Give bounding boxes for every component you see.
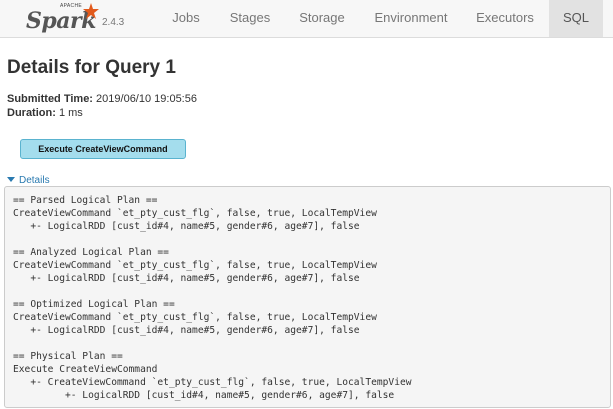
plan-line: == Optimized Logical Plan == — [13, 299, 175, 310]
plan-line: +- LogicalRDD [cust_id#4, name#5, gender… — [13, 325, 360, 336]
plan-line: CreateViewCommand `et_pty_cust_flg`, fal… — [13, 312, 377, 323]
plan-line: CreateViewCommand `et_pty_cust_flg`, fal… — [13, 208, 377, 219]
tab-environment[interactable]: Environment — [364, 0, 458, 37]
plan-line: Execute CreateViewCommand — [13, 364, 158, 375]
duration: Duration: 1 ms — [7, 107, 83, 119]
duration-value: 1 ms — [58, 107, 83, 119]
submitted-time-label: Submitted Time: — [7, 93, 93, 105]
duration-label: Duration: — [7, 107, 56, 119]
plan-line: +- CreateViewCommand `et_pty_cust_flg`, … — [13, 377, 412, 388]
plan-line — [13, 233, 610, 246]
plan-line: == Physical Plan == — [13, 351, 123, 362]
tab-storage[interactable]: Storage — [290, 0, 354, 37]
details-toggle[interactable]: Details — [7, 175, 50, 186]
plan-line: +- LogicalRDD [cust_id#4, name#5, gender… — [13, 390, 395, 401]
plan-line: +- LogicalRDD [cust_id#4, name#5, gender… — [13, 221, 360, 232]
tab-sql[interactable]: SQL — [549, 0, 603, 37]
page-title: Details for Query 1 — [7, 57, 176, 78]
plan-line — [13, 285, 610, 298]
submitted-time: Submitted Time: 2019/06/10 19:05:56 — [7, 93, 197, 105]
details-toggle-label: Details — [19, 175, 50, 186]
caret-down-icon — [7, 177, 15, 182]
plan-line: == Parsed Logical Plan == — [13, 195, 158, 206]
spark-logo[interactable]: APACHE Spark 2.4.3 — [22, 2, 132, 34]
tab-stages[interactable]: Stages — [220, 0, 280, 37]
tab-executors[interactable]: Executors — [466, 0, 544, 37]
plan-line: +- LogicalRDD [cust_id#4, name#5, gender… — [13, 273, 360, 284]
spark-version: 2.4.3 — [102, 17, 125, 28]
tab-jobs[interactable]: Jobs — [160, 0, 212, 37]
plan-line: CreateViewCommand `et_pty_cust_flg`, fal… — [13, 260, 377, 271]
spark-star-icon — [83, 3, 99, 19]
submitted-time-value: 2019/06/10 19:05:56 — [96, 93, 197, 105]
plan-node-execute-createviewcommand[interactable]: Execute CreateViewCommand — [20, 139, 186, 159]
plan-details-box: == Parsed Logical Plan == CreateViewComma… — [4, 186, 611, 408]
top-navbar: APACHE Spark 2.4.3 Jobs Stages Storage E… — [0, 0, 613, 38]
plan-line — [13, 337, 610, 350]
plan-line: == Analyzed Logical Plan == — [13, 247, 169, 258]
